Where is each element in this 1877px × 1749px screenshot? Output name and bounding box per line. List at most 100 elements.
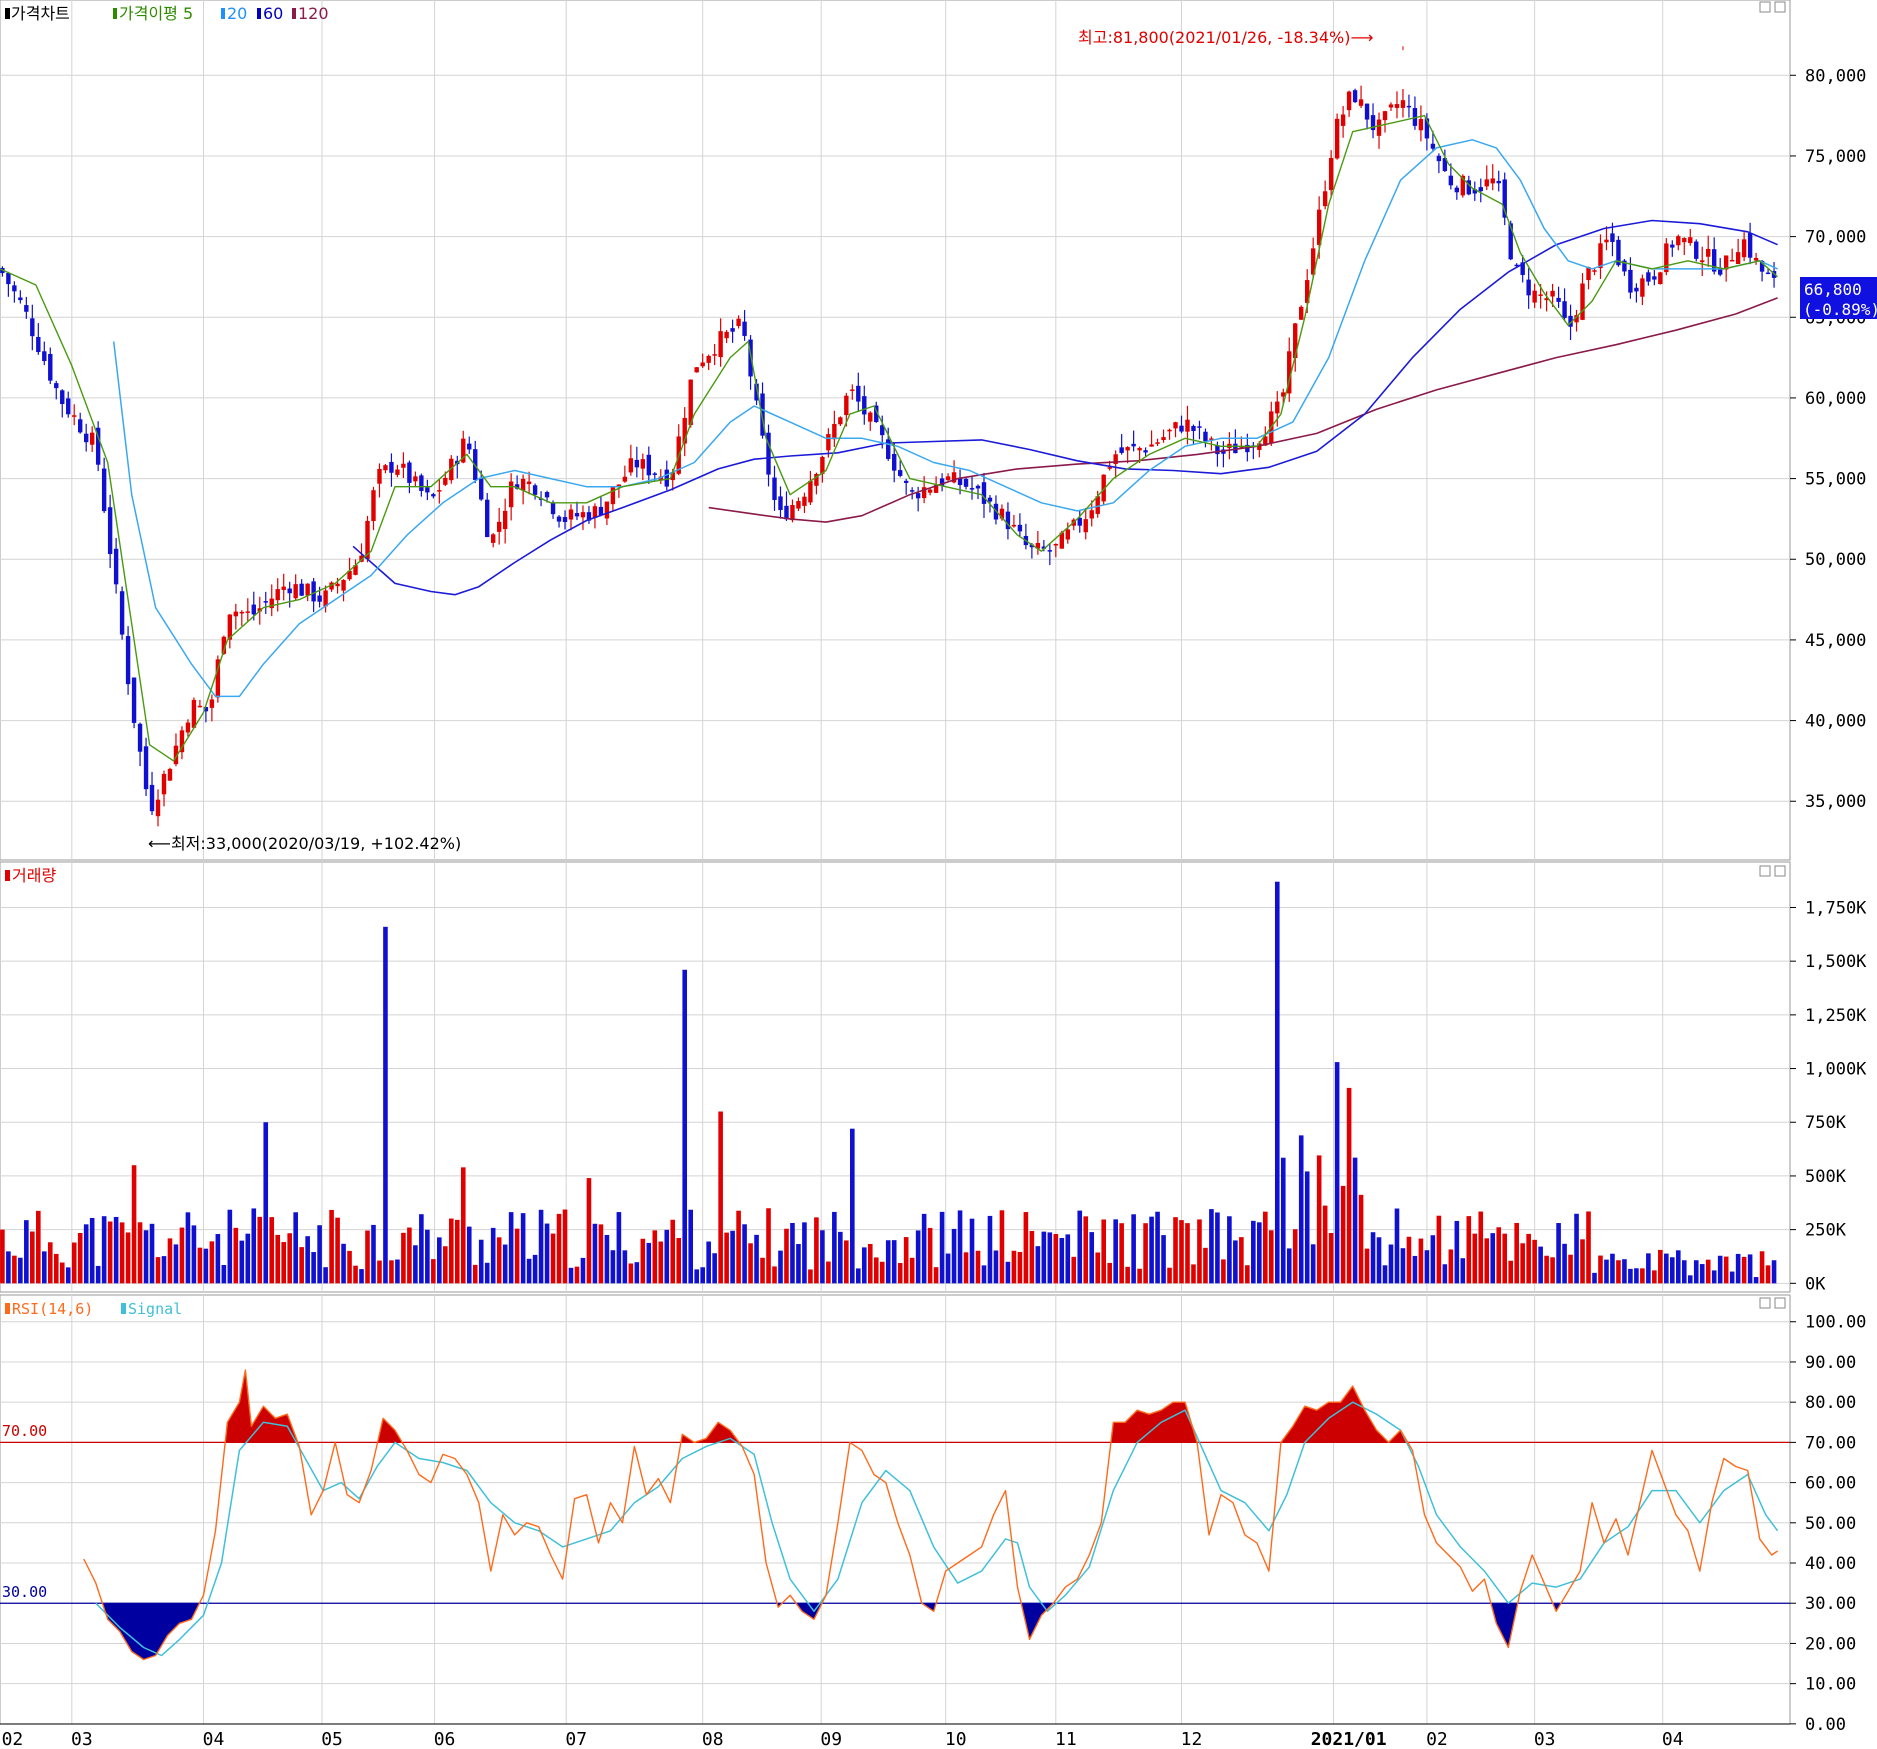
candle-up bbox=[580, 512, 586, 518]
volume-bar bbox=[478, 1239, 484, 1284]
volume-bar bbox=[496, 1237, 502, 1284]
candle-down bbox=[119, 591, 125, 635]
candle-down bbox=[532, 485, 538, 495]
volume-bar bbox=[1658, 1249, 1663, 1284]
volume-bar bbox=[1155, 1211, 1160, 1284]
candle-up bbox=[568, 509, 574, 520]
rsi-level-30-label: 30.00 bbox=[2, 1583, 47, 1601]
candle-up bbox=[508, 481, 514, 508]
volume-bar bbox=[1125, 1266, 1130, 1284]
volume-bar bbox=[975, 1250, 981, 1284]
candle-down bbox=[36, 336, 41, 353]
volume-bar bbox=[945, 1253, 951, 1284]
y-tick-label: 750K bbox=[1805, 1113, 1847, 1133]
close-icon[interactable] bbox=[1774, 1, 1786, 13]
candle-up bbox=[1299, 306, 1304, 320]
volume-bar bbox=[173, 1244, 179, 1284]
volume-bar bbox=[1364, 1248, 1370, 1284]
volume-bar bbox=[754, 1234, 759, 1284]
close-icon[interactable] bbox=[1774, 1297, 1786, 1309]
minimize-icon[interactable] bbox=[1759, 1, 1771, 13]
volume-bar bbox=[395, 1259, 400, 1284]
volume-bar bbox=[1472, 1233, 1478, 1284]
y-tick-label: 100.00 bbox=[1805, 1313, 1866, 1333]
candle-up bbox=[592, 506, 598, 518]
volume-bar bbox=[592, 1223, 598, 1284]
candle-up bbox=[1550, 290, 1555, 297]
candle-down bbox=[467, 443, 472, 450]
volume-bar bbox=[574, 1266, 580, 1284]
volume-bar bbox=[694, 1269, 699, 1284]
volume-bar bbox=[1753, 1277, 1759, 1284]
volume-bar bbox=[903, 1237, 909, 1284]
volume-bar bbox=[1077, 1210, 1083, 1284]
volume-bar bbox=[586, 1178, 592, 1284]
x-tick-label: 07 bbox=[565, 1729, 587, 1749]
volume-bar bbox=[652, 1230, 658, 1284]
volume-bar bbox=[1424, 1250, 1430, 1284]
price-panel[interactable]: 80,00075,00070,00065,00060,00055,00050,0… bbox=[0, 0, 1877, 861]
y-tick-label: 30.00 bbox=[1805, 1594, 1856, 1614]
volume-bar bbox=[179, 1227, 185, 1284]
candle-down bbox=[784, 505, 789, 520]
volume-bar bbox=[730, 1230, 735, 1284]
candle-down bbox=[1610, 233, 1615, 243]
volume-bar bbox=[1460, 1258, 1466, 1284]
volume-bar bbox=[233, 1227, 239, 1284]
candle-up bbox=[796, 501, 801, 509]
candle-up bbox=[1322, 191, 1328, 207]
candle-up bbox=[1137, 448, 1142, 451]
volume-bar bbox=[101, 1216, 107, 1284]
volume-bar bbox=[1664, 1253, 1669, 1284]
candle-down bbox=[263, 601, 268, 603]
candle-down bbox=[113, 548, 119, 585]
minimize-icon[interactable] bbox=[1759, 1297, 1771, 1309]
candle-up bbox=[335, 583, 340, 587]
candle-up bbox=[826, 434, 831, 451]
rsi-panel[interactable]: 100.00 90.00 80.00 70.00 60.00 50.00 40.00 30.0… bbox=[0, 1294, 1866, 1735]
volume-bar bbox=[1221, 1259, 1226, 1284]
candle-up bbox=[155, 799, 161, 817]
volume-bar bbox=[1670, 1257, 1675, 1284]
candle-up bbox=[1346, 91, 1352, 111]
candle-down bbox=[862, 396, 867, 415]
volume-bar bbox=[1628, 1268, 1633, 1284]
volume-bar bbox=[161, 1256, 167, 1284]
volume-bar bbox=[95, 1265, 101, 1284]
candle-down bbox=[12, 285, 17, 292]
legend-marker-price bbox=[5, 8, 10, 19]
candle-down bbox=[544, 492, 550, 498]
volume-panel[interactable]: 1,750K 1,500K 1,250K 1,000K 750K 500K 250K 0K 거… bbox=[0, 861, 1867, 1294]
candle-down bbox=[1562, 301, 1567, 318]
candle-up bbox=[1538, 294, 1543, 296]
minimize-icon[interactable] bbox=[1759, 865, 1771, 877]
candle-down bbox=[30, 318, 35, 337]
volume-bar bbox=[706, 1241, 711, 1284]
y-tick-label: 1,500K bbox=[1805, 952, 1867, 972]
candle-down bbox=[981, 482, 987, 504]
candle-up bbox=[1382, 111, 1388, 121]
legend-marker-ma20 bbox=[221, 8, 225, 19]
candle-down bbox=[634, 459, 640, 468]
candle-down bbox=[143, 746, 149, 790]
volume-bar bbox=[167, 1238, 173, 1284]
volume-bar bbox=[1011, 1250, 1017, 1284]
volume-bar bbox=[137, 1222, 143, 1284]
volume-bar bbox=[514, 1228, 520, 1284]
volume-bar bbox=[610, 1250, 616, 1284]
volume-bar bbox=[1334, 1062, 1340, 1284]
volume-bar bbox=[526, 1258, 532, 1284]
volume-bar bbox=[347, 1250, 352, 1284]
candle-up bbox=[496, 521, 502, 532]
volume-bar bbox=[1646, 1253, 1651, 1284]
candle-up bbox=[1676, 236, 1681, 246]
candle-down bbox=[1478, 187, 1483, 192]
close-icon[interactable] bbox=[1774, 865, 1786, 877]
volume-bar bbox=[1059, 1238, 1065, 1284]
volume-bar bbox=[676, 1237, 682, 1284]
volume-bar bbox=[1179, 1220, 1184, 1284]
volume-bar bbox=[1687, 1275, 1693, 1284]
volume-bar bbox=[275, 1234, 281, 1284]
candle-up bbox=[628, 458, 634, 473]
candle-down bbox=[54, 383, 59, 389]
